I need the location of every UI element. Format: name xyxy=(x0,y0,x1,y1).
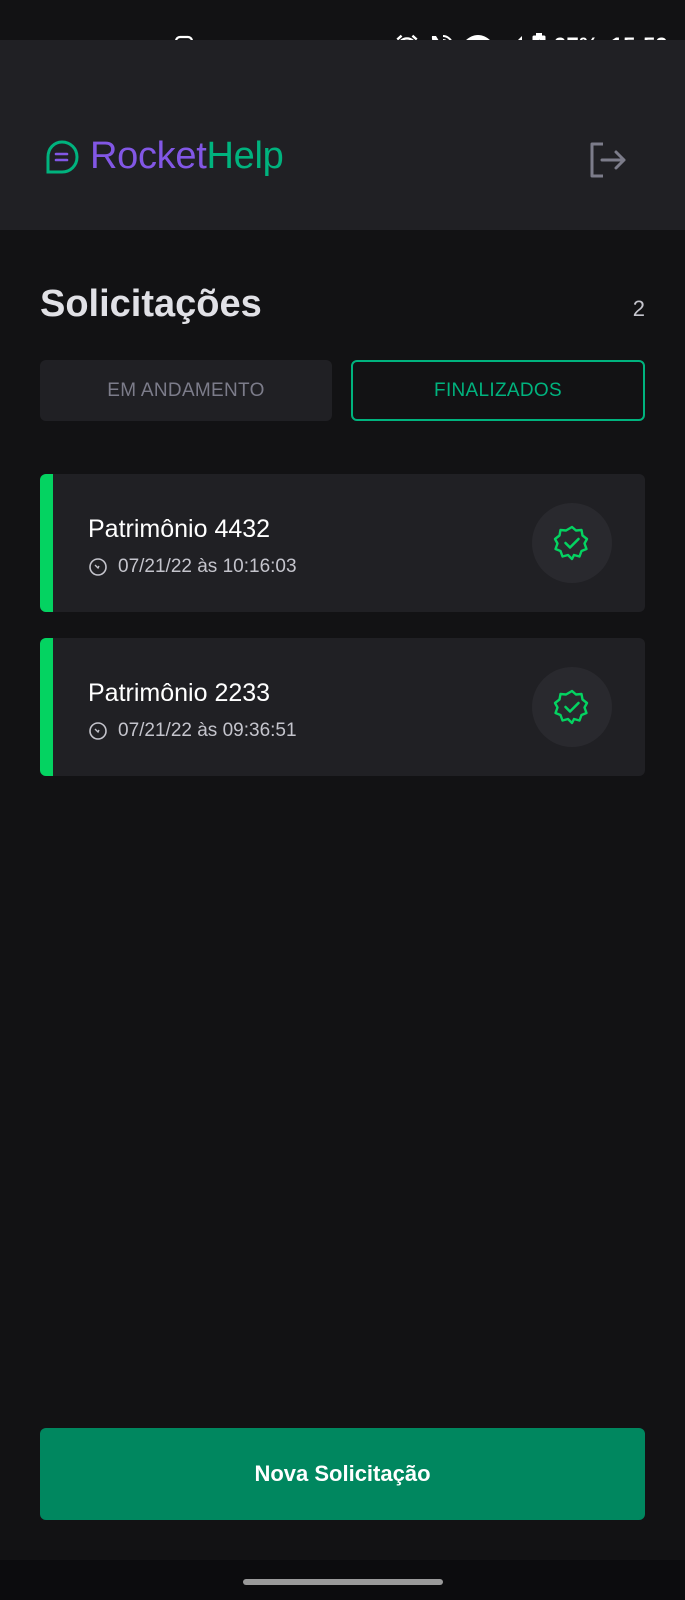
app-screen: 97% 15:59 RocketHelp Solicitações 2 EM A… xyxy=(0,0,685,1600)
order-title: Patrimônio 4432 xyxy=(88,515,271,543)
sign-out-icon[interactable] xyxy=(586,138,630,182)
clock-icon xyxy=(89,722,107,740)
check-circle-badge-icon xyxy=(553,525,589,561)
system-nav-bar xyxy=(0,1560,685,1600)
status-circle xyxy=(532,503,612,583)
new-request-button[interactable]: Nova Solicitação xyxy=(40,1428,645,1520)
order-card[interactable]: Patrimônio 4432 07/21/22 às 10:16:03 xyxy=(40,474,645,612)
order-date: 07/21/22 às 10:16:03 xyxy=(88,556,297,578)
order-date-text: 07/21/22 às 10:16:03 xyxy=(118,556,297,577)
status-circle xyxy=(532,667,612,747)
logo: RocketHelp xyxy=(44,135,284,178)
status-color-bar xyxy=(40,474,53,612)
logo-text: RocketHelp xyxy=(90,135,284,178)
chat-bubble-icon xyxy=(46,139,79,173)
app-header: RocketHelp xyxy=(0,40,685,230)
home-indicator[interactable] xyxy=(243,1579,443,1585)
clock-icon xyxy=(89,558,107,576)
filter-finished-button[interactable]: FINALIZADOS xyxy=(351,360,645,421)
page-title: Solicitações xyxy=(40,283,262,325)
check-circle-badge-icon xyxy=(553,689,589,725)
orders-count: 2 xyxy=(632,296,645,321)
filter-in-progress-button[interactable]: EM ANDAMENTO xyxy=(40,360,332,421)
order-title: Patrimônio 2233 xyxy=(88,679,271,707)
order-date: 07/21/22 às 09:36:51 xyxy=(88,720,297,742)
logo-text-help: Help xyxy=(206,135,284,177)
order-date-text: 07/21/22 às 09:36:51 xyxy=(118,720,297,741)
order-card[interactable]: Patrimônio 2233 07/21/22 às 09:36:51 xyxy=(40,638,645,776)
status-color-bar xyxy=(40,638,53,776)
logo-text-rocket: Rocket xyxy=(90,135,207,177)
